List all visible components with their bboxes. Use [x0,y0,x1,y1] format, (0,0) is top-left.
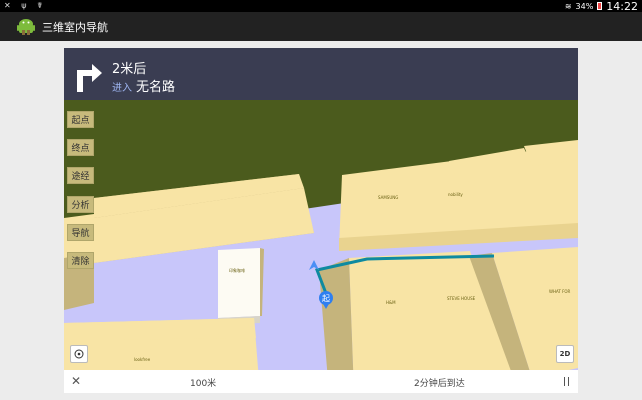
label-nobility: nobility [448,192,463,197]
label-stevehouse: STEVE HOUSE [447,296,476,301]
turn-right-arrow-icon [77,64,102,92]
locate-icon [74,349,84,359]
status-right: ≋ 34% 14:22 [564,0,638,13]
locate-button[interactable] [70,345,88,363]
start-point-button[interactable]: 起点 [67,111,94,128]
analyze-button[interactable]: 分析 [67,196,94,213]
status-icons: ✕ ψ ☤ [4,1,47,10]
battery-percent: 34% [575,1,594,11]
label-coffee: 印象咖啡 [229,267,245,273]
arrival-time: 2分钟后到达 [414,379,465,389]
wifi-icon: ≋ [564,1,572,11]
remaining-distance: 100米 [190,379,217,389]
waypoint-button[interactable]: 途经 [67,167,94,184]
app-title: 三维室内导航 [42,21,108,34]
label-samsung: SAMSUNG [378,195,398,200]
pause-icon[interactable] [559,374,573,388]
end-point-button[interactable]: 终点 [67,139,94,156]
label-lookfree: lookfree [134,357,151,362]
view-2d-button[interactable]: 2D [556,345,574,363]
nav-bottom-bar: ✕ 100米 2分钟后到达 [64,370,578,393]
android-icon [17,19,35,35]
label-hm: H&M [386,300,396,305]
clear-button[interactable]: 清除 [67,252,94,269]
svg-text:起: 起 [322,294,330,303]
close-icon[interactable]: ✕ [69,374,83,388]
navigate-button[interactable]: 导航 [67,224,94,241]
battery-icon [597,2,603,10]
turn-distance: 2米后 [112,62,147,77]
nav-instruction-banner: 2米后 进入 无名路 [64,48,578,100]
app-bar: 三维室内导航 [0,12,642,41]
road-name: 无名路 [136,80,176,95]
label-whatfor: WHAT FOR [549,289,571,294]
enter-label: 进入 [112,83,132,94]
status-bar: ✕ ψ ☤ ≋ 34% 14:22 [0,0,642,13]
clock: 14:22 [606,0,638,13]
map-view[interactable]: SAMSUNG nobility 印象咖啡 H&M STEVE HOUSE WH… [64,48,578,393]
